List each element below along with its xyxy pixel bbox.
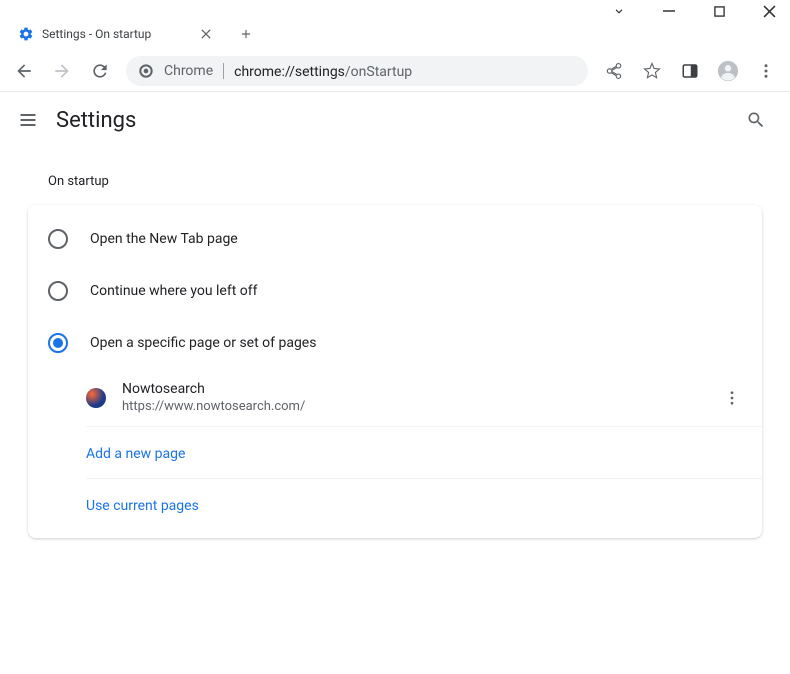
- more-icon[interactable]: [720, 386, 744, 410]
- bookmark-icon[interactable]: [636, 55, 668, 87]
- link-label: Use current pages: [86, 498, 199, 514]
- side-panel-icon[interactable]: [674, 55, 706, 87]
- page-name: Nowtosearch: [122, 381, 704, 397]
- startup-card: Open the New Tab page Continue where you…: [28, 205, 762, 538]
- radio-icon: [48, 281, 68, 301]
- settings-header: Settings: [0, 92, 790, 148]
- radio-label: Continue where you left off: [90, 283, 258, 299]
- radio-label: Open a specific page or set of pages: [90, 335, 316, 351]
- site-info-icon[interactable]: [138, 63, 154, 79]
- close-icon[interactable]: [198, 26, 214, 42]
- gear-icon: [18, 26, 34, 42]
- tab-title: Settings - On startup: [42, 27, 190, 41]
- share-icon[interactable]: [598, 55, 630, 87]
- menu-icon[interactable]: [750, 55, 782, 87]
- window-dropdown-icon[interactable]: [610, 2, 628, 20]
- link-label: Add a new page: [86, 446, 185, 462]
- profile-icon[interactable]: [712, 55, 744, 87]
- radio-continue[interactable]: Continue where you left off: [28, 265, 762, 317]
- hamburger-icon[interactable]: [16, 108, 40, 132]
- new-tab-button[interactable]: [232, 20, 260, 48]
- window-close-icon[interactable]: [760, 2, 778, 20]
- startup-page-entry: Nowtosearch https://www.nowtosearch.com/: [86, 369, 762, 427]
- window-minimize-icon[interactable]: [660, 2, 678, 20]
- search-icon[interactable]: [738, 102, 774, 138]
- radio-icon: [48, 333, 68, 353]
- radio-icon: [48, 229, 68, 249]
- url-text: chrome://settings/onStartup: [234, 61, 412, 80]
- radio-label: Open the New Tab page: [90, 231, 238, 247]
- section-title: On startup: [48, 174, 766, 189]
- back-button[interactable]: [8, 55, 40, 87]
- url-divider: [223, 63, 224, 79]
- use-current-button[interactable]: Use current pages: [86, 479, 762, 530]
- radio-new-tab[interactable]: Open the New Tab page: [28, 213, 762, 265]
- add-page-button[interactable]: Add a new page: [86, 427, 762, 479]
- browser-tab[interactable]: Settings - On startup: [6, 18, 226, 50]
- window-maximize-icon[interactable]: [710, 2, 728, 20]
- radio-specific-pages[interactable]: Open a specific page or set of pages: [28, 317, 762, 369]
- page-title: Settings: [56, 108, 722, 133]
- reload-button[interactable]: [84, 55, 116, 87]
- page-url: https://www.nowtosearch.com/: [122, 399, 704, 414]
- address-bar[interactable]: Chrome chrome://settings/onStartup: [126, 56, 588, 86]
- browser-toolbar: Chrome chrome://settings/onStartup: [0, 50, 790, 92]
- page-favicon: [86, 388, 106, 408]
- forward-button[interactable]: [46, 55, 78, 87]
- url-scheme: Chrome: [164, 63, 213, 79]
